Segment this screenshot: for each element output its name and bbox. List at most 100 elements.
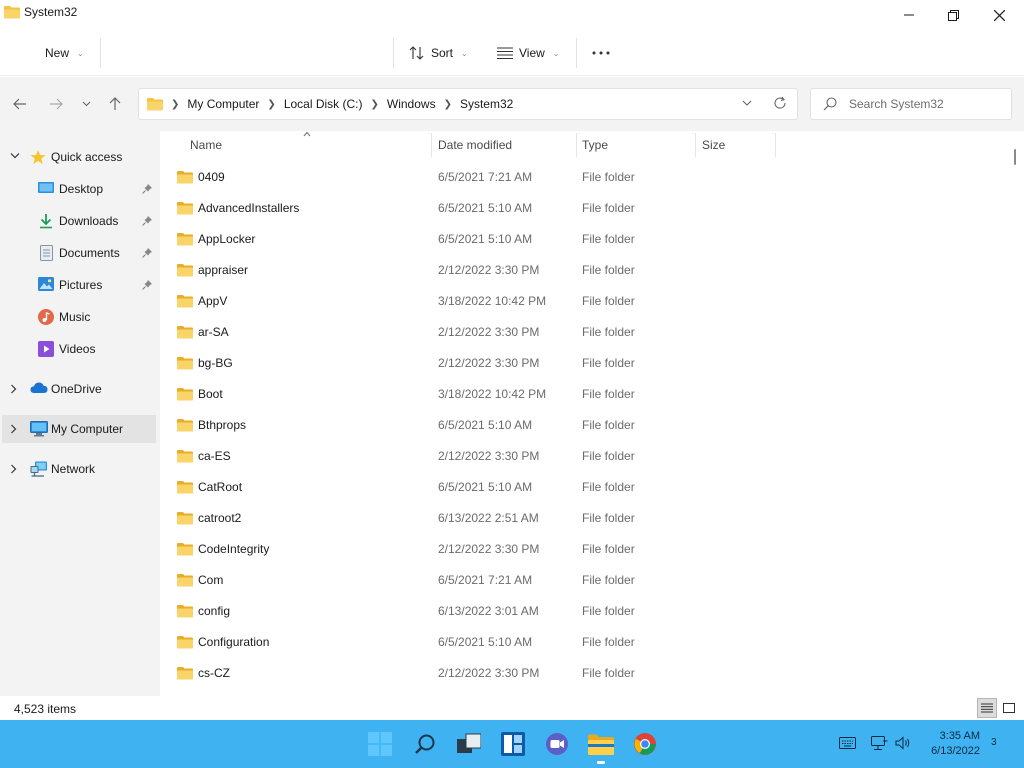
table-row[interactable]: ca-ES 2/12/2022 3:30 PM File folder xyxy=(172,440,772,471)
chat-icon xyxy=(546,733,568,755)
file-explorer-taskbar-button[interactable] xyxy=(587,730,615,764)
sidebar-item-my-computer[interactable]: My Computer xyxy=(2,415,156,443)
search-icon xyxy=(823,97,837,111)
search-box[interactable] xyxy=(810,88,1012,120)
taskbar-search-button[interactable] xyxy=(411,730,439,758)
chevron-down-icon xyxy=(10,153,20,159)
refresh-icon[interactable] xyxy=(773,96,787,110)
chevron-down-icon xyxy=(82,101,90,107)
keyboard-tray-button[interactable] xyxy=(838,734,856,752)
sidebar-item-quick-access[interactable]: Quick access xyxy=(2,143,156,171)
details-view-button[interactable] xyxy=(977,698,997,718)
pin-icon xyxy=(142,248,152,258)
column-header-type[interactable]: Type xyxy=(582,131,608,159)
table-row[interactable]: catroot2 6/13/2022 2:51 AM File folder xyxy=(172,502,772,533)
table-row[interactable]: Bthprops 6/5/2021 5:10 AM File folder xyxy=(172,409,772,440)
sidebar-item-music[interactable]: Music xyxy=(2,303,156,331)
table-row[interactable]: appraiser 2/12/2022 3:30 PM File folder xyxy=(172,254,772,285)
chevron-down-icon: ⌄ xyxy=(461,48,468,58)
clock[interactable]: 3:35 AM 6/13/2022 xyxy=(920,729,980,759)
file-name: 0409 xyxy=(198,170,225,184)
videos-icon xyxy=(38,341,54,357)
minimize-icon xyxy=(904,14,914,16)
clock-time: 3:35 AM xyxy=(939,730,980,742)
column-header-name[interactable]: Name xyxy=(190,131,222,159)
sidebar-item-downloads[interactable]: Downloads xyxy=(2,207,156,235)
table-row[interactable]: config 6/13/2022 3:01 AM File folder xyxy=(172,595,772,626)
table-row[interactable]: bg-BG 2/12/2022 3:30 PM File folder xyxy=(172,347,772,378)
breadcrumb-windows[interactable]: Windows xyxy=(387,97,436,111)
forward-button[interactable] xyxy=(45,93,67,115)
restore-icon xyxy=(947,9,959,21)
file-date-modified: 6/5/2021 7:21 AM xyxy=(438,170,533,184)
search-icon xyxy=(415,734,435,754)
chrome-taskbar-button[interactable] xyxy=(631,730,659,758)
folder-icon xyxy=(177,388,193,401)
taskbar: 3:35 AM 6/13/2022 3 xyxy=(0,720,1024,768)
sidebar-item-network[interactable]: Network xyxy=(2,455,156,483)
column-header-size[interactable]: Size xyxy=(702,131,725,159)
table-row[interactable]: CodeIntegrity 2/12/2022 3:30 PM File folde… xyxy=(172,533,772,564)
back-button[interactable] xyxy=(9,93,31,115)
sidebar-item-onedrive[interactable]: OneDrive xyxy=(2,375,156,403)
column-header-date-modified[interactable]: Date modified xyxy=(438,131,512,159)
search-input[interactable] xyxy=(849,95,1005,113)
chat-button[interactable] xyxy=(543,730,571,758)
file-name: Bthprops xyxy=(198,418,247,432)
file-date-modified: 3/18/2022 10:42 PM xyxy=(438,294,547,308)
notification-count[interactable]: 3 xyxy=(991,737,997,748)
breadcrumb-my-computer[interactable]: My Computer xyxy=(187,97,259,111)
table-row[interactable]: Com 6/5/2021 7:21 AM File folder xyxy=(172,564,772,595)
table-row[interactable]: AppLocker 6/5/2021 5:10 AM File folder xyxy=(172,223,772,254)
widgets-button[interactable] xyxy=(499,730,527,758)
table-row[interactable]: ar-SA 2/12/2022 3:30 PM File folder xyxy=(172,316,772,347)
sidebar-item-videos[interactable]: Videos xyxy=(2,335,156,363)
new-button[interactable]: New ⌄ xyxy=(45,39,84,67)
table-row[interactable]: 0409 6/5/2021 7:21 AM File folder xyxy=(172,161,772,192)
start-button[interactable] xyxy=(366,730,394,758)
sidebar-item-documents[interactable]: Documents xyxy=(2,239,156,267)
table-row[interactable]: Boot 3/18/2022 10:42 PM File folder xyxy=(172,378,772,409)
widgets-icon xyxy=(501,732,525,756)
column-header-label: Date modified xyxy=(438,138,513,152)
view-button[interactable]: View ⌄ xyxy=(497,39,560,67)
column-divider[interactable] xyxy=(695,133,696,157)
close-button[interactable] xyxy=(976,0,1022,30)
scrollbar-thumb[interactable] xyxy=(1014,149,1016,165)
address-bar[interactable]: ❯ My Computer ❯ Local Disk (C:) ❯ Window… xyxy=(138,88,798,120)
file-type: File folder xyxy=(582,263,635,277)
divider xyxy=(393,38,394,68)
column-divider[interactable] xyxy=(431,133,432,157)
task-view-button[interactable] xyxy=(455,730,483,758)
documents-icon xyxy=(40,245,53,261)
file-type: File folder xyxy=(582,511,635,525)
sort-button[interactable]: Sort ⌄ xyxy=(409,39,468,67)
table-row[interactable]: Configuration 6/5/2021 5:10 AM File folder xyxy=(172,626,772,657)
recent-locations-button[interactable] xyxy=(75,93,97,115)
up-button[interactable] xyxy=(104,93,126,115)
folder-icon xyxy=(177,450,193,463)
column-divider[interactable] xyxy=(775,133,776,157)
large-icons-view-button[interactable] xyxy=(999,698,1019,718)
table-row[interactable]: AppV 3/18/2022 10:42 PM File folder xyxy=(172,285,772,316)
minimize-button[interactable] xyxy=(886,0,932,30)
music-icon xyxy=(38,309,54,325)
table-row[interactable]: AdvancedInstallers 6/5/2021 5:10 AM File f… xyxy=(172,192,772,223)
file-list: Name Date modified Type Size 0409 6/5/202… xyxy=(160,131,1024,696)
restore-button[interactable] xyxy=(930,0,976,30)
chevron-down-icon[interactable] xyxy=(741,97,753,109)
sidebar-item-desktop[interactable]: Desktop xyxy=(2,175,156,203)
column-divider[interactable] xyxy=(576,133,577,157)
table-row[interactable]: CatRoot 6/5/2021 5:10 AM File folder xyxy=(172,471,772,502)
network-tray-button[interactable] xyxy=(870,734,888,752)
file-type: File folder xyxy=(582,201,635,215)
keyboard-icon xyxy=(838,737,856,749)
navigation-pane: Quick access Desktop Downloads Documents… xyxy=(0,131,160,696)
breadcrumb-local-disk[interactable]: Local Disk (C:) xyxy=(284,97,363,111)
sidebar-item-pictures[interactable]: Pictures xyxy=(2,271,156,299)
details-view-icon xyxy=(981,703,993,713)
table-row[interactable]: cs-CZ 2/12/2022 3:30 PM File folder xyxy=(172,657,772,688)
volume-tray-button[interactable] xyxy=(894,734,912,752)
breadcrumb-system32[interactable]: System32 xyxy=(460,97,513,111)
more-options-button[interactable] xyxy=(592,39,610,67)
